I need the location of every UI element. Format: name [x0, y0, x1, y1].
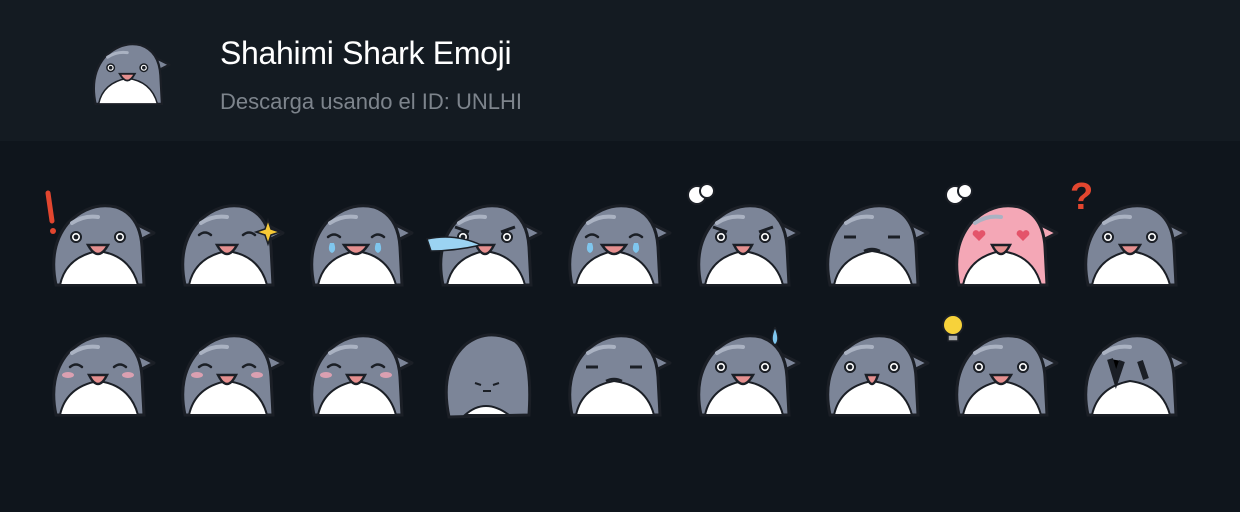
shark-happy-blush[interactable]: [296, 309, 418, 431]
shark-facepalm-image: [568, 334, 672, 417]
shark-angry-blue-breath-image: [426, 204, 543, 287]
shark-wink-sparkle[interactable]: [167, 179, 289, 301]
shark-burnt-ash-image: [1084, 334, 1188, 417]
shark-angry-blue-breath[interactable]: [425, 179, 547, 301]
shark-grin-blush-image: [52, 334, 156, 417]
shark-turned-away-image: [444, 333, 532, 419]
shark-thinking-image: [826, 204, 930, 287]
shark-confused-question-image: ?: [1070, 176, 1188, 287]
shark-shocked-stare-image: [826, 334, 930, 417]
shark-crying[interactable]: [554, 179, 676, 301]
shark-idea-bulb[interactable]: [941, 309, 1063, 431]
shark-idea-bulb-image: [942, 314, 1059, 417]
shark-happy-blush-image: [310, 334, 414, 417]
svg-text:?: ?: [1070, 176, 1093, 218]
shark-burnt-ash[interactable]: [1070, 309, 1192, 431]
shark-thinking[interactable]: [812, 179, 934, 301]
shark-pink-heart-eyes[interactable]: [941, 179, 1063, 301]
shark-annoyed-steam-image: [687, 183, 801, 287]
shark-nervous-sweat-image: [697, 326, 801, 417]
shark-crying-image: [568, 204, 672, 287]
pack-icon: [72, 24, 184, 116]
shark-wave-hello[interactable]: [167, 309, 289, 431]
shark-shocked-stare[interactable]: [812, 309, 934, 431]
shark-surprised-exclaim[interactable]: [38, 179, 160, 301]
shark-laugh-tears[interactable]: [296, 179, 418, 301]
shark-facepalm[interactable]: [554, 309, 676, 431]
shark-grin-blush[interactable]: [38, 309, 160, 431]
pack-download-id: Descarga usando el ID: UNLHI: [220, 89, 523, 114]
pack-header: Shahimi Shark Emoji Descarga usando el I…: [0, 0, 1240, 141]
shark-surprised-exclaim-image: [45, 190, 156, 287]
shark-laugh-tears-image: [310, 204, 414, 287]
shark-pink-heart-eyes-image: [945, 183, 1059, 287]
shark-wave-hello-image: [181, 334, 285, 417]
shark-nervous-sweat[interactable]: [683, 309, 805, 431]
shark-wink-sparkle-image: [181, 204, 285, 287]
pack-title: Shahimi Shark Emoji: [220, 35, 512, 71]
sticker-grid: ?: [0, 141, 1240, 512]
shark-annoyed-steam[interactable]: [683, 179, 805, 301]
shark-turned-away[interactable]: [425, 309, 547, 431]
shark-confused-question[interactable]: ?: [1070, 176, 1192, 301]
